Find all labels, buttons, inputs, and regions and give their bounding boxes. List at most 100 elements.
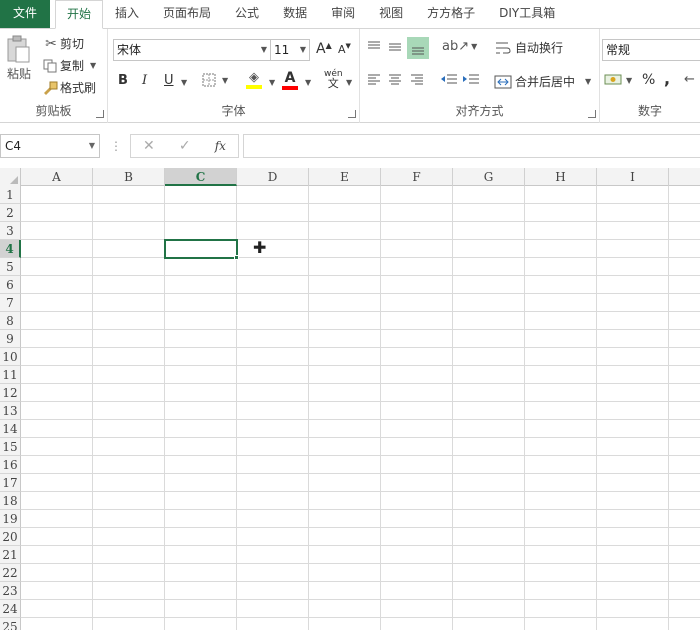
row-header-19[interactable]: 19 xyxy=(0,510,21,528)
align-middle-button[interactable] xyxy=(387,39,403,55)
row-header-11[interactable]: 11 xyxy=(0,366,21,384)
comma-style-button[interactable]: , xyxy=(664,69,670,88)
column-header-h[interactable]: H xyxy=(525,168,597,186)
fill-color-button[interactable]: ◈ xyxy=(246,70,262,89)
accounting-format-button[interactable]: ▼ xyxy=(604,73,632,87)
align-center-button[interactable] xyxy=(387,73,403,87)
align-bottom-button[interactable] xyxy=(407,37,429,59)
cancel-icon[interactable]: ✕ xyxy=(143,138,155,154)
chevron-down-icon[interactable]: ▼ xyxy=(90,61,96,70)
row-header-21[interactable]: 21 xyxy=(0,546,21,564)
orientation-button[interactable]: ab↗ ▼ xyxy=(442,39,477,54)
excel-window: 文件 开始 插入 页面布局 公式 数据 审阅 视图 方方格子 DIY工具箱 粘贴… xyxy=(0,0,700,630)
tab-diy-toolbox[interactable]: DIY工具箱 xyxy=(487,0,567,28)
row-header-4[interactable]: 4 xyxy=(0,240,21,258)
column-header-i[interactable]: I xyxy=(597,168,669,186)
column-header-e[interactable]: E xyxy=(309,168,381,186)
grow-font-button[interactable]: A ▲ xyxy=(316,41,332,58)
cut-button[interactable]: ✂ 剪切 xyxy=(42,35,84,52)
column-header-g[interactable]: G xyxy=(453,168,525,186)
row-header-22[interactable]: 22 xyxy=(0,564,21,582)
wrap-text-button[interactable]: 自动换行 xyxy=(494,39,563,56)
formula-input[interactable] xyxy=(243,134,700,158)
align-top-button[interactable] xyxy=(366,39,382,55)
font-color-button[interactable]: A xyxy=(282,70,298,90)
row-header-12[interactable]: 12 xyxy=(0,384,21,402)
formula-bar-grip[interactable]: ⋮ xyxy=(110,135,122,157)
worksheet-grid[interactable]: ABCDEFGHI 1 2 3 4 5 6 7 8 9 10 11 12 13 14 15 16 17 18 19 2… xyxy=(0,168,700,630)
row-header-10[interactable]: 10 xyxy=(0,348,21,366)
font-name-dropdown[interactable]: 宋体 ▼ xyxy=(113,39,271,61)
row-header-23[interactable]: 23 xyxy=(0,582,21,600)
column-header-d[interactable]: D xyxy=(237,168,309,186)
column-headers: ABCDEFGHI xyxy=(0,168,700,186)
row-header-20[interactable]: 20 xyxy=(0,528,21,546)
percent-button[interactable]: % xyxy=(642,72,655,88)
row-header-15[interactable]: 15 xyxy=(0,438,21,456)
column-header-f[interactable]: F xyxy=(381,168,453,186)
row-header-13[interactable]: 13 xyxy=(0,402,21,420)
chevron-down-icon[interactable]: ▼ xyxy=(305,78,311,87)
increase-indent-button[interactable] xyxy=(462,73,480,87)
wrap-text-icon xyxy=(496,42,511,53)
decrease-indent-icon xyxy=(441,74,457,84)
tab-view[interactable]: 视图 xyxy=(367,0,415,28)
column-header-c[interactable]: C xyxy=(165,168,237,186)
row-header-8[interactable]: 8 xyxy=(0,312,21,330)
increase-decimal-button[interactable]: ← xyxy=(684,72,695,87)
column-header-b[interactable]: B xyxy=(93,168,165,186)
copy-button[interactable]: 复制 ▼ xyxy=(42,57,96,74)
bold-button[interactable]: B xyxy=(118,73,128,88)
row-header-16[interactable]: 16 xyxy=(0,456,21,474)
font-size-value: 11 xyxy=(274,43,290,57)
paste-button[interactable]: 粘贴 xyxy=(4,35,34,82)
row-header-2[interactable]: 2 xyxy=(0,204,21,222)
merge-center-button[interactable]: 合并后居中 ▼ xyxy=(494,73,591,90)
tab-data[interactable]: 数据 xyxy=(271,0,319,28)
tab-home[interactable]: 开始 xyxy=(55,0,104,29)
phonetic-button[interactable]: wén 文 xyxy=(324,69,343,89)
chevron-down-icon[interactable]: ▼ xyxy=(269,78,275,87)
chevron-down-icon[interactable]: ▼ xyxy=(181,78,187,87)
align-left-button[interactable] xyxy=(366,73,382,87)
row-header-18[interactable]: 18 xyxy=(0,492,21,510)
row-gridline xyxy=(21,599,700,600)
row-header-5[interactable]: 5 xyxy=(0,258,21,276)
align-right-button[interactable] xyxy=(409,73,425,87)
active-cell-c4[interactable] xyxy=(164,239,238,259)
row-header-17[interactable]: 17 xyxy=(0,474,21,492)
format-painter-button[interactable]: 格式刷 xyxy=(42,79,96,96)
decrease-indent-button[interactable] xyxy=(440,73,458,87)
fill-handle[interactable] xyxy=(234,255,239,260)
underline-button[interactable]: U xyxy=(164,73,174,88)
italic-button[interactable]: I xyxy=(142,73,147,88)
font-launcher-icon[interactable] xyxy=(348,110,356,118)
alignment-launcher-icon[interactable] xyxy=(588,110,596,118)
name-box[interactable]: C4 ▼ xyxy=(0,134,100,158)
tab-file[interactable]: 文件 xyxy=(0,0,50,28)
row-header-14[interactable]: 14 xyxy=(0,420,21,438)
check-icon[interactable]: ✓ xyxy=(179,138,191,154)
font-size-dropdown[interactable]: 11 ▼ xyxy=(270,39,310,61)
tab-ffgz[interactable]: 方方格子 xyxy=(415,0,487,28)
chevron-down-icon[interactable]: ▼ xyxy=(346,78,352,87)
column-header-a[interactable]: A xyxy=(21,168,93,186)
select-all-button[interactable] xyxy=(0,168,21,186)
row-header-1[interactable]: 1 xyxy=(0,186,21,204)
row-header-25[interactable]: 25 xyxy=(0,618,21,630)
row-header-6[interactable]: 6 xyxy=(0,276,21,294)
row-header-24[interactable]: 24 xyxy=(0,600,21,618)
borders-button[interactable]: ▼ xyxy=(202,73,228,87)
tab-insert[interactable]: 插入 xyxy=(103,0,151,28)
tab-review[interactable]: 审阅 xyxy=(319,0,367,28)
shrink-font-button[interactable]: A ▼ xyxy=(338,42,351,57)
row-header-7[interactable]: 7 xyxy=(0,294,21,312)
clipboard-launcher-icon[interactable] xyxy=(96,110,104,118)
insert-function-button[interactable]: fx xyxy=(215,139,226,153)
row-header-9[interactable]: 9 xyxy=(0,330,21,348)
font-color-swatch xyxy=(282,86,298,90)
row-header-3[interactable]: 3 xyxy=(0,222,21,240)
tab-formulas[interactable]: 公式 xyxy=(223,0,271,28)
tab-page-layout[interactable]: 页面布局 xyxy=(151,0,223,28)
number-format-dropdown[interactable]: 常规 xyxy=(602,39,700,61)
